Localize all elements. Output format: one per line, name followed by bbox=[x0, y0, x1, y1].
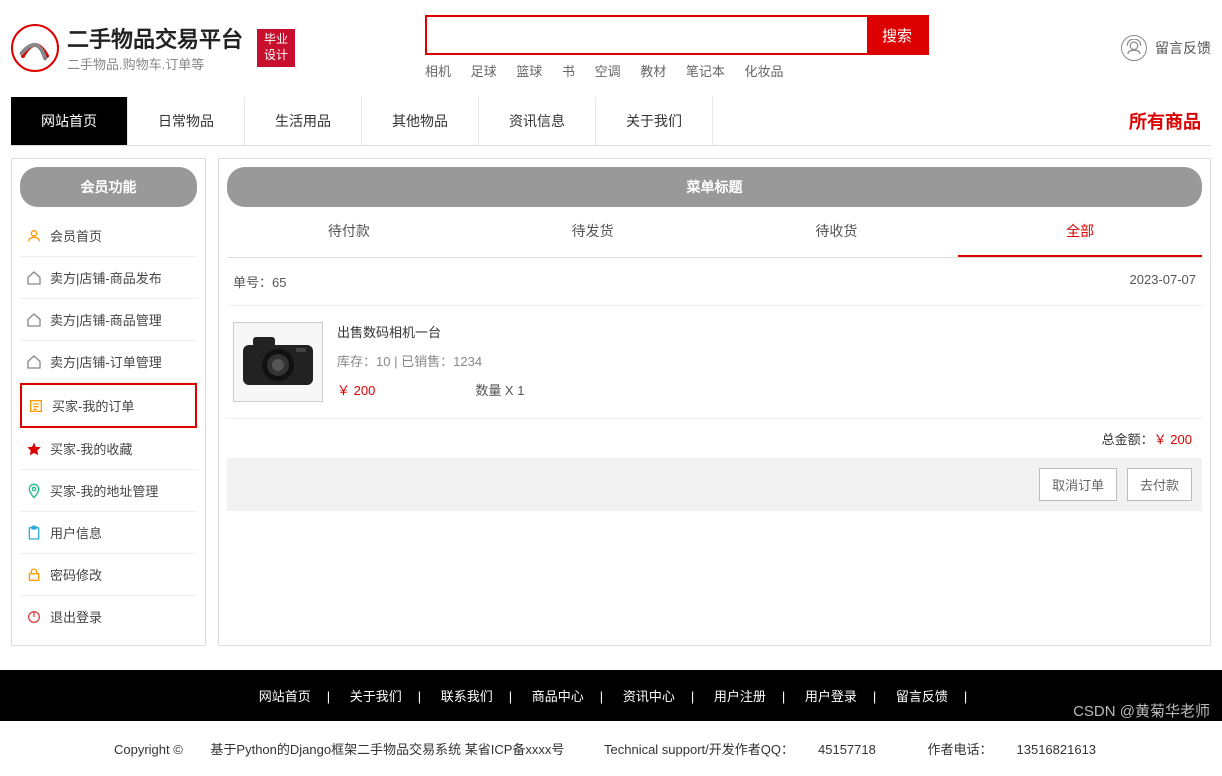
sidebar-item-user-info[interactable]: 用户信息 bbox=[20, 512, 197, 554]
sidebar-item-shop-orders[interactable]: 卖方|店铺-订单管理 bbox=[20, 341, 197, 383]
hot-word[interactable]: 化妆品 bbox=[745, 64, 784, 79]
hot-word[interactable]: 足球 bbox=[471, 64, 497, 79]
hot-word[interactable]: 教材 bbox=[640, 64, 666, 79]
order-item: 出售数码相机一台 库存：10 | 已销售：1234 ￥ 200 数量 X 1 bbox=[227, 306, 1202, 418]
product-name[interactable]: 出售数码相机一台 bbox=[337, 322, 524, 341]
logo-icon bbox=[11, 24, 59, 72]
sidebar-item-logout[interactable]: 退出登录 bbox=[20, 596, 197, 637]
footer-link[interactable]: 用户注册 bbox=[714, 689, 766, 704]
sidebar: 会员功能 会员首页 卖方|店铺-商品发布 卖方|店铺-商品管理 卖方|店铺-订单… bbox=[11, 158, 206, 646]
product-stats: 库存：10 | 已销售：1234 bbox=[337, 351, 524, 370]
order-date: 2023-07-07 bbox=[1130, 272, 1197, 291]
footer-link[interactable]: 留言反馈 bbox=[896, 689, 948, 704]
tab-all[interactable]: 全部 bbox=[958, 207, 1202, 257]
nav-all-products[interactable]: 所有商品 bbox=[1129, 108, 1211, 134]
footer-link[interactable]: 商品中心 bbox=[532, 689, 584, 704]
lock-icon bbox=[26, 567, 42, 583]
pay-button[interactable]: 去付款 bbox=[1127, 468, 1192, 501]
clipboard-icon bbox=[26, 525, 42, 541]
search-box: 搜索 bbox=[425, 15, 929, 55]
sidebar-item-shop-manage[interactable]: 卖方|店铺-商品管理 bbox=[20, 299, 197, 341]
user-icon bbox=[26, 228, 42, 244]
nav-news[interactable]: 资讯信息 bbox=[479, 97, 596, 145]
sidebar-title: 会员功能 bbox=[20, 167, 197, 207]
content-panel: 菜单标题 待付款 待发货 待收货 全部 单号：65 2023-07-07 出售数… bbox=[218, 158, 1211, 646]
sidebar-item-password[interactable]: 密码修改 bbox=[20, 554, 197, 596]
hot-word[interactable]: 相机 bbox=[425, 64, 451, 79]
hot-words: 相机 足球 篮球 书 空调 教材 笔记本 化妆品 bbox=[425, 61, 929, 80]
footer-nav: 网站首页| 关于我们| 联系我们| 商品中心| 资讯中心| 用户注册| 用户登录… bbox=[0, 670, 1222, 721]
pin-icon bbox=[26, 483, 42, 499]
product-image[interactable] bbox=[233, 322, 323, 402]
footer-link[interactable]: 网站首页 bbox=[259, 689, 311, 704]
nav-other[interactable]: 其他物品 bbox=[362, 97, 479, 145]
footer-link[interactable]: 关于我们 bbox=[350, 689, 402, 704]
order-no-label: 单号： bbox=[233, 275, 272, 290]
copyright: Copyright © 基于Python的Django框架二手物品交易系统 某省… bbox=[0, 721, 1222, 776]
nav-home[interactable]: 网站首页 bbox=[11, 97, 128, 145]
footer-link[interactable]: 资讯中心 bbox=[623, 689, 675, 704]
tab-pending-pay[interactable]: 待付款 bbox=[227, 207, 471, 257]
order-actions: 取消订单 去付款 bbox=[227, 458, 1202, 511]
headset-icon bbox=[1121, 35, 1147, 61]
hot-word[interactable]: 笔记本 bbox=[686, 64, 725, 79]
order-no: 65 bbox=[272, 275, 286, 290]
sidebar-item-my-favorites[interactable]: 买家-我的收藏 bbox=[20, 428, 197, 470]
menu-title: 菜单标题 bbox=[227, 167, 1202, 207]
search-input[interactable] bbox=[427, 17, 867, 53]
nav-life[interactable]: 生活用品 bbox=[245, 97, 362, 145]
home-icon bbox=[26, 354, 42, 370]
logo-area[interactable]: 二手物品交易平台 二手物品.购物车.订单等 毕业 设计 bbox=[11, 22, 295, 73]
footer-link[interactable]: 联系我们 bbox=[441, 689, 493, 704]
order-header: 单号：65 2023-07-07 bbox=[227, 258, 1202, 306]
tab-pending-receive[interactable]: 待收货 bbox=[715, 207, 959, 257]
hot-word[interactable]: 篮球 bbox=[516, 64, 542, 79]
logo-title: 二手物品交易平台 bbox=[67, 22, 243, 54]
nav-about[interactable]: 关于我们 bbox=[596, 97, 713, 145]
order-total: 总金额：￥ 200 bbox=[227, 418, 1202, 458]
search-button[interactable]: 搜索 bbox=[867, 17, 927, 53]
sidebar-item-shop-publish[interactable]: 卖方|店铺-商品发布 bbox=[20, 257, 197, 299]
logo-subtitle: 二手物品.购物车.订单等 bbox=[67, 54, 243, 73]
sidebar-item-my-orders[interactable]: 买家-我的订单 bbox=[20, 383, 197, 428]
nav-daily[interactable]: 日常物品 bbox=[128, 97, 245, 145]
hot-word[interactable]: 书 bbox=[562, 64, 575, 79]
star-icon bbox=[26, 441, 42, 457]
footer-link[interactable]: 用户登录 bbox=[805, 689, 857, 704]
sidebar-item-home[interactable]: 会员首页 bbox=[20, 215, 197, 257]
sidebar-item-my-address[interactable]: 买家-我的地址管理 bbox=[20, 470, 197, 512]
cancel-order-button[interactable]: 取消订单 bbox=[1039, 468, 1117, 501]
product-qty: 数量 X 1 bbox=[475, 380, 524, 399]
home-icon bbox=[26, 312, 42, 328]
tab-pending-ship[interactable]: 待发货 bbox=[471, 207, 715, 257]
hot-word[interactable]: 空调 bbox=[595, 64, 621, 79]
logo-badge: 毕业 设计 bbox=[257, 29, 295, 67]
home-icon bbox=[26, 270, 42, 286]
list-icon bbox=[28, 398, 44, 414]
power-icon bbox=[26, 609, 42, 625]
feedback-label: 留言反馈 bbox=[1155, 38, 1211, 58]
feedback-link[interactable]: 留言反馈 bbox=[1121, 35, 1211, 61]
product-price: ￥ 200 bbox=[337, 380, 375, 399]
